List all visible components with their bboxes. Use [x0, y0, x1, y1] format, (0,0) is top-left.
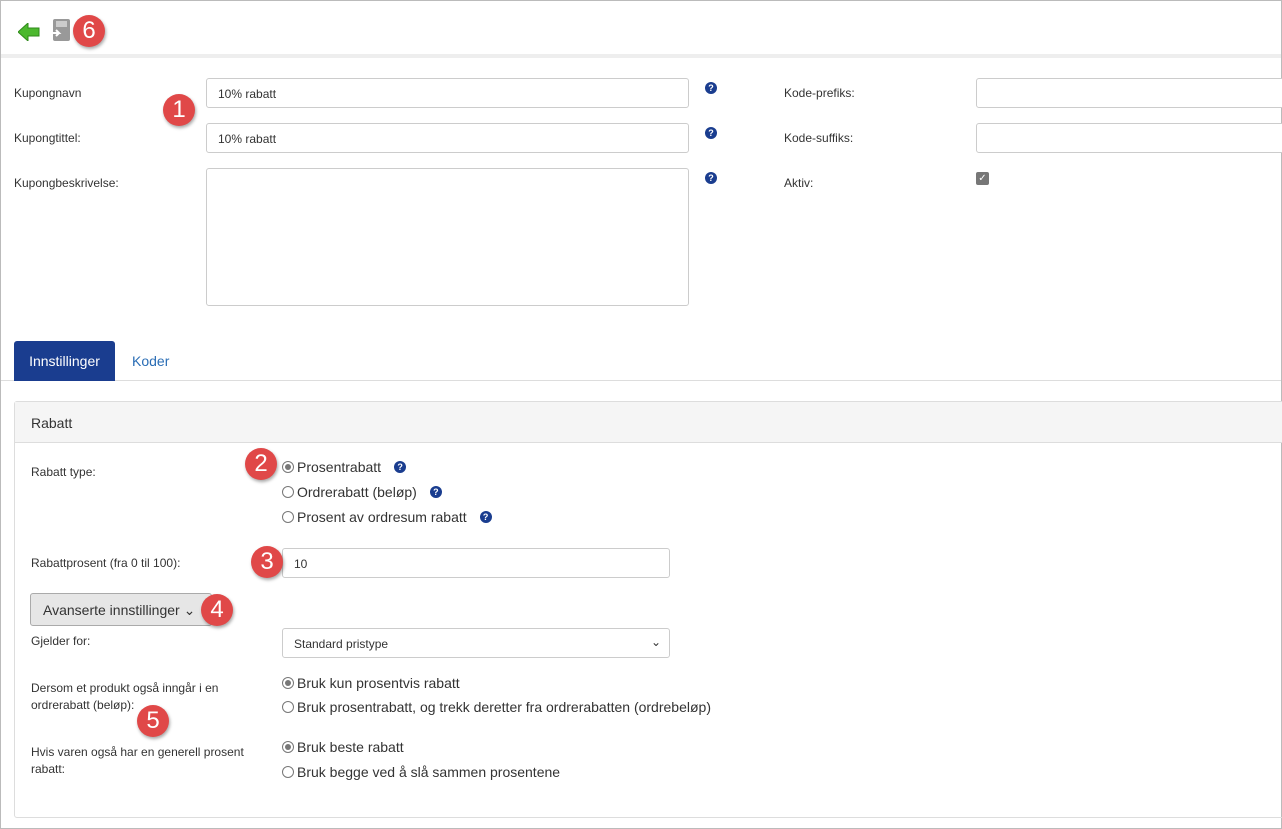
help-icon[interactable]: ?: [705, 82, 717, 94]
option-label: Bruk begge ved å slå sammen prosentene: [297, 764, 561, 780]
chevron-down-icon: ⌄: [650, 635, 661, 649]
order-discount-label: Dersom et produkt også inngår i en ordre…: [31, 681, 219, 712]
callout-badge-4: 4: [201, 594, 233, 626]
callout-badge-5: 5: [137, 705, 169, 737]
radio-prosent-av-ordresum[interactable]: Prosent av ordresum rabatt?: [282, 509, 492, 525]
advanced-settings-button[interactable]: Avanserte innstillinger ⌄: [30, 593, 212, 626]
radio-beste-rabatt[interactable]: Bruk beste rabatt: [282, 739, 404, 755]
radio-ordrerabatt[interactable]: Ordrerabatt (beløp)?: [282, 484, 442, 500]
active-checkbox[interactable]: ✓: [976, 172, 989, 185]
help-icon[interactable]: ?: [429, 486, 442, 498]
help-icon[interactable]: ?: [394, 461, 407, 473]
toolbar: 6: [1, 1, 1281, 58]
help-icon[interactable]: ?: [479, 511, 492, 523]
radio-begge[interactable]: Bruk begge ved å slå sammen prosentene: [282, 764, 560, 780]
code-prefix-label: Kode-prefiks:: [784, 86, 855, 100]
option-label: Prosent av ordresum rabatt: [297, 509, 467, 525]
help-icon[interactable]: ?: [705, 127, 717, 139]
option-label: Prosentrabatt: [297, 459, 382, 475]
code-suffix-label: Kode-suffiks:: [784, 131, 854, 145]
tab-innstillinger[interactable]: Innstillinger: [14, 341, 115, 381]
radio-prosentrabatt[interactable]: Prosentrabatt?: [282, 459, 407, 475]
button-label: Avanserte innstillinger: [43, 602, 180, 618]
option-label: Ordrerabatt (beløp): [297, 484, 417, 500]
coupon-title-input[interactable]: 10% rabatt: [206, 123, 689, 153]
callout-badge-2: 2: [245, 448, 277, 480]
coupon-name-label: Kupongnavn: [14, 86, 82, 100]
option-label: Bruk beste rabatt: [297, 739, 404, 755]
select-value: Standard pristype: [294, 637, 389, 651]
tabs-divider: [1, 380, 1281, 381]
coupon-description-label: Kupongbeskrivelse:: [14, 176, 119, 190]
help-icon[interactable]: ?: [705, 172, 717, 184]
discount-type-label: Rabatt type:: [31, 465, 96, 479]
coupon-name-input[interactable]: 10% rabatt: [206, 78, 689, 108]
tab-koder[interactable]: Koder: [132, 353, 169, 369]
general-discount-label: Hvis varen også har en generell prosent …: [31, 745, 244, 776]
code-suffix-input[interactable]: [976, 123, 1282, 153]
callout-badge-3: 3: [251, 546, 283, 578]
callout-badge-6: 6: [73, 15, 105, 47]
option-label: Bruk kun prosentvis rabatt: [297, 675, 460, 691]
coupon-title-label: Kupongtittel:: [14, 131, 81, 145]
panel-title: Rabatt: [15, 402, 1282, 443]
coupon-description-textarea[interactable]: [206, 168, 689, 306]
applies-to-label: Gjelder for:: [31, 634, 91, 648]
save-disk-icon[interactable]: [50, 18, 72, 42]
chevron-down-icon: ⌄: [183, 602, 196, 618]
discount-percent-label: Rabattprosent (fra 0 til 100):: [31, 556, 181, 570]
option-label: Bruk prosentrabatt, og trekk deretter fr…: [297, 699, 711, 715]
active-label: Aktiv:: [784, 176, 814, 190]
applies-to-select[interactable]: Standard pristype ⌄: [282, 628, 670, 658]
green-arrow-left-icon[interactable]: [18, 23, 40, 41]
radio-prosent-og-ordre[interactable]: Bruk prosentrabatt, og trekk deretter fr…: [282, 699, 711, 715]
discount-percent-input[interactable]: 10: [282, 548, 670, 578]
callout-badge-1: 1: [163, 94, 195, 126]
code-prefix-input[interactable]: [976, 78, 1282, 108]
radio-kun-prosentvis[interactable]: Bruk kun prosentvis rabatt: [282, 675, 460, 691]
